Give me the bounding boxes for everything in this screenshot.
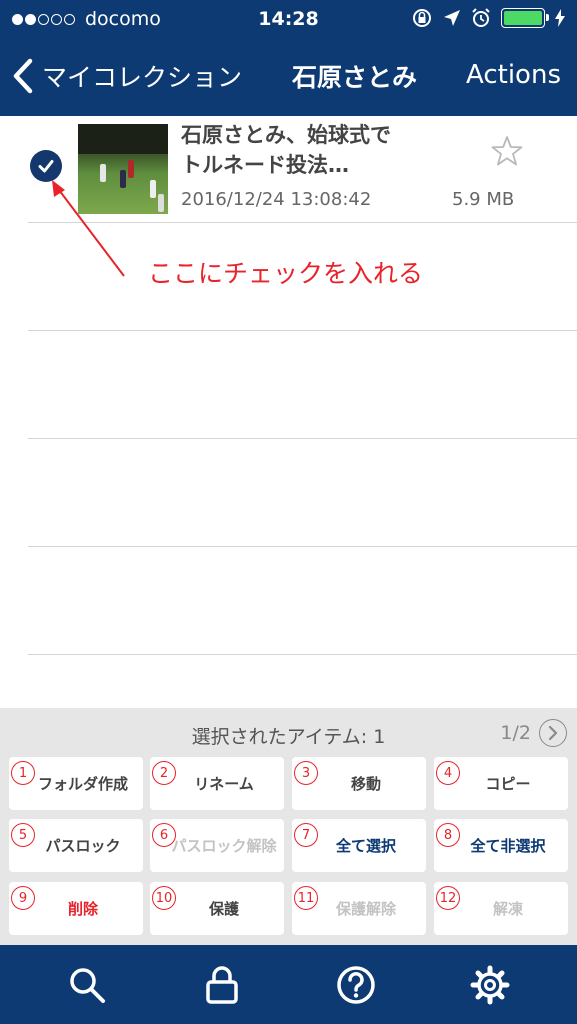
delete-button[interactable]: 9 削除 — [9, 882, 143, 935]
pass-lock-button[interactable]: 5 パスロック — [9, 819, 143, 872]
copy-button[interactable]: 4 コピー — [434, 757, 568, 810]
gear-icon — [470, 965, 510, 1005]
select-all-button[interactable]: 7 全て選択 — [292, 819, 426, 872]
search-tab[interactable] — [67, 965, 107, 1005]
page-indicator: 1/2 — [500, 722, 531, 744]
rename-button[interactable]: 2 リネーム — [150, 757, 284, 810]
create-folder-button[interactable]: 1 フォルダ作成 — [9, 757, 143, 810]
lock-tab[interactable] — [202, 965, 242, 1005]
tab-bar — [0, 945, 577, 1024]
row-divider — [28, 546, 577, 547]
deselect-all-button[interactable]: 8 全て非選択 — [434, 819, 568, 872]
lock-icon — [206, 966, 238, 1004]
settings-tab[interactable] — [470, 965, 510, 1005]
help-tab[interactable] — [336, 965, 376, 1005]
row-divider — [28, 438, 577, 439]
extract-button[interactable]: 12 解凍 — [434, 882, 568, 935]
move-button[interactable]: 3 移動 — [292, 757, 426, 810]
unlock-pass-button[interactable]: 6 パスロック解除 — [150, 819, 284, 872]
selected-count: 選択されたアイテム: 1 — [191, 726, 386, 748]
search-icon — [70, 968, 105, 1003]
protect-button[interactable]: 10 保護 — [150, 882, 284, 935]
chevron-right-icon — [548, 726, 558, 740]
row-divider — [28, 654, 577, 655]
next-page-button[interactable] — [539, 719, 567, 747]
unprotect-button[interactable]: 11 保護解除 — [292, 882, 426, 935]
help-icon — [337, 966, 375, 1004]
annotation-text: ここにチェックを入れる — [148, 259, 424, 288]
row-divider — [28, 330, 577, 331]
